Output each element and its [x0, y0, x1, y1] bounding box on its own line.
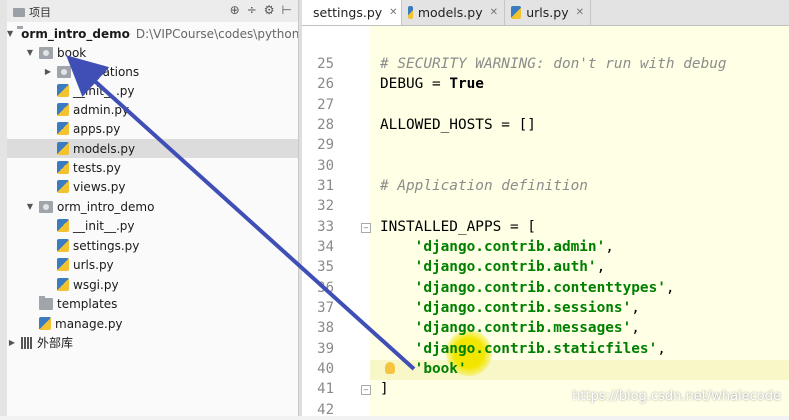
- annotation-overlay: [66, 55, 416, 371]
- annotation-arrow: [66, 55, 416, 371]
- watermark: https://blog.csdn.net/whalecode: [572, 389, 781, 404]
